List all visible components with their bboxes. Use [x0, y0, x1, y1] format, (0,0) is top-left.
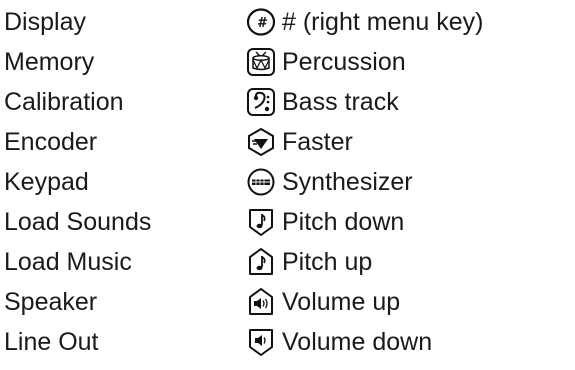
list-row-calibration: Calibration Bass track	[0, 82, 575, 122]
volume-up-icon	[245, 286, 277, 318]
list-row-display: Display # # (right menu key)	[0, 2, 575, 42]
key-legend-item: Pitch up	[245, 242, 372, 282]
list-row-keypad: Keypad Synthesizer	[0, 162, 575, 202]
menu-item-label: Speaker	[4, 288, 98, 316]
list-row-line-out: Line Out Volume down	[0, 322, 575, 362]
faster-icon	[245, 126, 277, 158]
key-legend-item: # # (right menu key)	[245, 2, 483, 42]
list-row-memory: Memory Percussion	[0, 42, 575, 82]
key-legend-item: Volume up	[245, 282, 400, 322]
menu-item-label: Calibration	[4, 88, 124, 116]
key-legend-item: Synthesizer	[245, 162, 413, 202]
key-legend-item: Percussion	[245, 42, 406, 82]
key-function-label: # (right menu key)	[282, 8, 484, 36]
synthesizer-icon	[245, 166, 277, 198]
menu-item-label: Line Out	[4, 328, 99, 356]
key-function-label: Percussion	[282, 48, 406, 76]
menu-item-label: Display	[4, 8, 86, 36]
key-legend-item: Volume down	[245, 322, 432, 362]
menu-item-label: Encoder	[4, 128, 98, 156]
key-legend-item: Faster	[245, 122, 353, 162]
key-function-label: Volume up	[282, 288, 401, 316]
key-function-label: Faster	[282, 128, 353, 156]
list-row-speaker: Speaker Volume up	[0, 282, 575, 322]
key-legend-item: Bass track	[245, 82, 399, 122]
menu-item-label: Keypad	[4, 168, 89, 196]
key-function-label: Volume down	[282, 328, 433, 356]
pitch-up-icon	[245, 246, 277, 278]
menu-item-label: Load Music	[4, 248, 132, 276]
drum-icon	[245, 46, 277, 78]
svg-text:#: #	[257, 16, 268, 31]
key-function-label: Pitch down	[282, 208, 405, 236]
pitch-down-icon	[245, 206, 277, 238]
volume-down-icon	[245, 326, 277, 358]
key-function-label: Pitch up	[282, 248, 373, 276]
list-row-encoder: Encoder Faster	[0, 122, 575, 162]
list-row-load-sounds: Load Sounds Pitch down	[0, 202, 575, 242]
menu-item-label: Load Sounds	[4, 208, 152, 236]
key-function-label: Bass track	[282, 88, 399, 116]
key-legend-item: Pitch down	[245, 202, 404, 242]
list-row-load-music: Load Music Pitch up	[0, 242, 575, 282]
menu-item-label: Memory	[4, 48, 95, 76]
key-function-label: Synthesizer	[282, 168, 413, 196]
hash-key-icon: #	[245, 6, 277, 38]
bass-clef-icon	[245, 86, 277, 118]
